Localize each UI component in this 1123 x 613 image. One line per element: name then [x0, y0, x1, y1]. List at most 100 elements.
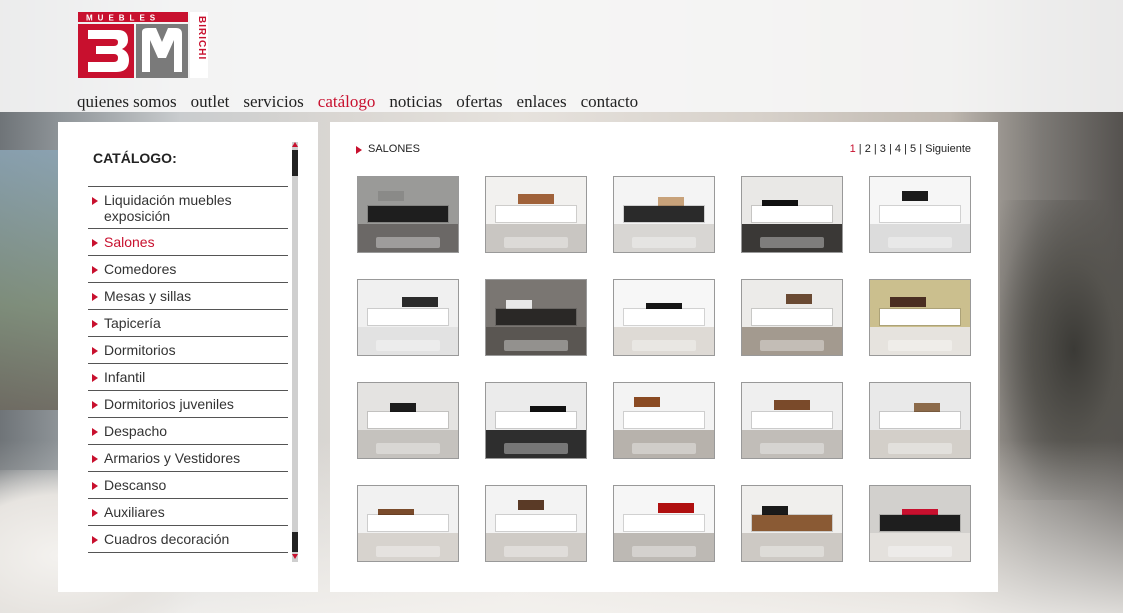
triangle-bullet-icon [92, 536, 98, 544]
triangle-bullet-icon [92, 374, 98, 382]
catalog-thumbnail[interactable] [485, 382, 587, 459]
sidebar-item[interactable]: Mesas y sillas [88, 283, 288, 310]
next-page-link[interactable]: Siguiente [925, 143, 971, 155]
triangle-bullet-icon [356, 146, 362, 154]
catalog-thumbnail[interactable] [357, 279, 459, 356]
nav-link-servicios[interactable]: servicios [243, 92, 303, 112]
catalog-list: Liquidación muebles exposición Salones Com… [88, 186, 288, 553]
thumbnail-furniture [880, 514, 960, 531]
nav-link-noticias[interactable]: noticias [389, 92, 442, 112]
sidebar-item-label: Mesas y sillas [104, 288, 192, 304]
thumbnail-rug [760, 340, 824, 351]
catalog-thumbnail[interactable] [741, 382, 843, 459]
nav-link-quienes-somos[interactable]: quienes somos [77, 92, 177, 112]
thumbnail-grid [357, 176, 971, 562]
sidebar-item-label: Comedores [104, 261, 177, 277]
sidebar-item-label: Infantil [104, 369, 146, 385]
sidebar-item[interactable]: Descanso [88, 472, 288, 499]
catalog-thumbnail[interactable] [741, 485, 843, 562]
sidebar-item[interactable]: Cuadros decoración [88, 526, 288, 553]
catalog-sidebar: CATÁLOGO: Liquidación muebles exposición… [58, 122, 318, 592]
sidebar-item[interactable]: Tapicería [88, 310, 288, 337]
scroll-thumb[interactable] [292, 150, 298, 176]
catalog-thumbnail[interactable] [869, 176, 971, 253]
thumbnail-rug [504, 340, 568, 351]
thumbnail-furniture [880, 308, 960, 325]
scroll-down-icon[interactable] [292, 554, 298, 559]
catalog-thumbnail[interactable] [869, 485, 971, 562]
thumbnail-furniture [752, 205, 832, 222]
triangle-bullet-icon [92, 266, 98, 274]
catalog-thumbnail[interactable] [741, 279, 843, 356]
triangle-bullet-icon [92, 347, 98, 355]
sidebar-item-label: Descanso [104, 477, 167, 493]
catalog-thumbnail[interactable] [357, 176, 459, 253]
sidebar-item[interactable]: Liquidación muebles exposición [88, 187, 288, 229]
catalog-thumbnail[interactable] [357, 485, 459, 562]
background-window [0, 150, 60, 410]
catalog-thumbnail[interactable] [485, 279, 587, 356]
svg-text:BIRICHI: BIRICHI [196, 16, 207, 60]
thumbnail-accent [402, 296, 438, 307]
thumbnail-rug [376, 237, 440, 248]
triangle-bullet-icon [92, 482, 98, 490]
thumbnail-rug [888, 237, 952, 248]
site-logo[interactable]: MUEBLES BIRICHI [78, 12, 208, 78]
thumbnail-furniture [496, 308, 576, 325]
catalog-thumbnail[interactable] [613, 485, 715, 562]
sidebar-item-label: Auxiliares [104, 504, 165, 520]
thumbnail-accent [634, 396, 660, 407]
scroll-thumb-bottom[interactable] [292, 532, 298, 552]
sidebar-item[interactable]: Comedores [88, 256, 288, 283]
thumbnail-accent [378, 190, 404, 201]
thumbnail-furniture [752, 514, 832, 531]
thumbnail-rug [632, 443, 696, 454]
sidebar-item[interactable]: Dormitorios [88, 337, 288, 364]
thumbnail-accent [518, 499, 544, 510]
sidebar-item[interactable]: Armarios y Vestidores [88, 445, 288, 472]
page-separator: | [901, 143, 911, 155]
thumbnail-furniture [496, 514, 576, 531]
triangle-bullet-icon [92, 401, 98, 409]
thumbnail-furniture [752, 308, 832, 325]
catalog-thumbnail[interactable] [485, 485, 587, 562]
catalog-thumbnail[interactable] [485, 176, 587, 253]
site-header: MUEBLES BIRICHI quienes somos outlet servi… [0, 0, 1123, 112]
catalog-thumbnail[interactable] [869, 279, 971, 356]
catalog-thumbnail[interactable] [869, 382, 971, 459]
nav-link-catálogo[interactable]: catálogo [318, 92, 376, 112]
catalog-thumbnail[interactable] [613, 176, 715, 253]
catalog-thumbnail[interactable] [613, 279, 715, 356]
thumbnail-accent [658, 502, 694, 513]
sidebar-item-label: Dormitorios [104, 342, 176, 358]
nav-link-ofertas[interactable]: ofertas [456, 92, 502, 112]
thumbnail-furniture [624, 514, 704, 531]
page-separator: | [916, 143, 926, 155]
thumbnail-rug [376, 546, 440, 557]
sidebar-item[interactable]: Auxiliares [88, 499, 288, 526]
sidebar-item[interactable]: Infantil [88, 364, 288, 391]
sidebar-item[interactable]: Salones [88, 229, 288, 256]
catalog-thumbnail[interactable] [613, 382, 715, 459]
catalog-thumbnail[interactable] [741, 176, 843, 253]
svg-text:MUEBLES: MUEBLES [86, 13, 160, 22]
sidebar-item[interactable]: Dormitorios juveniles [88, 391, 288, 418]
sidebar-title: CATÁLOGO: [93, 150, 177, 166]
thumbnail-furniture [624, 411, 704, 428]
nav-link-enlaces[interactable]: enlaces [517, 92, 567, 112]
thumbnail-rug [888, 546, 952, 557]
thumbnail-furniture [880, 411, 960, 428]
scroll-up-icon[interactable] [292, 142, 298, 147]
main-nav: quienes somos outlet servicios catálogo noti… [77, 92, 652, 112]
nav-link-outlet[interactable]: outlet [191, 92, 230, 112]
thumbnail-rug [632, 340, 696, 351]
catalog-content: SALONES 1 | 2 | 3 | 4 | 5 | Siguiente [330, 122, 998, 592]
triangle-bullet-icon [92, 197, 98, 205]
thumbnail-accent [890, 296, 926, 307]
catalog-thumbnail[interactable] [357, 382, 459, 459]
sidebar-item-label: Liquidación muebles exposición [104, 192, 232, 224]
sidebar-item[interactable]: Despacho [88, 418, 288, 445]
nav-link-contacto[interactable]: contacto [581, 92, 639, 112]
sidebar-item-label: Salones [104, 234, 155, 250]
sidebar-scrollbar[interactable] [292, 142, 298, 562]
